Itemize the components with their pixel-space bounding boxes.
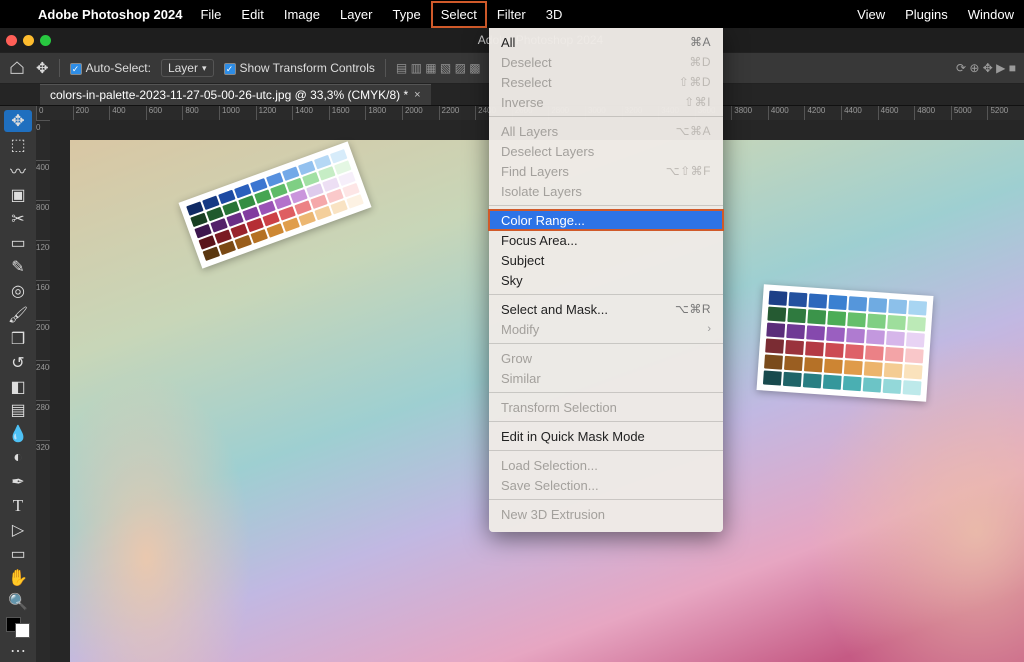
move-tool[interactable]: ✥ [4,110,32,132]
macos-menubar: Adobe Photoshop 2024 FileEditImageLayerT… [0,0,1024,28]
crop-tool[interactable]: ✂ [4,208,32,230]
app-name[interactable]: Adobe Photoshop 2024 [30,7,190,22]
menuitem-deselect: Deselect⌘D [489,52,723,72]
object-select-tool[interactable]: ▣ [4,184,32,206]
traffic-lights [6,35,51,46]
gradient-tool[interactable]: ▤ [4,399,32,421]
menu-select[interactable]: Select [431,1,487,28]
menu-type[interactable]: Type [383,1,431,28]
menuitem-select-and-mask[interactable]: Select and Mask...⌥⌘R [489,299,723,319]
minimize-window-button[interactable] [23,35,34,46]
auto-select-target[interactable]: Layer▾ [161,59,214,77]
menu-view[interactable]: View [847,1,895,28]
zoom-tool[interactable]: 🔍 [4,591,32,613]
menuitem-sky[interactable]: Sky [489,270,723,290]
tools-panel: ✥⬚〰▣✂▭✎◎🖌❒↺◧▤💧◐✒T▷▭✋🔍⋯ [0,106,36,662]
ruler-vertical[interactable]: 0400800120016002000240028003200 [36,120,50,662]
menu-edit[interactable]: Edit [231,1,273,28]
menuitem-modify: Modify› [489,319,723,339]
menuitem-save-selection: Save Selection... [489,475,723,495]
brush-tool[interactable]: 🖌 [4,304,32,326]
menuitem-similar: Similar [489,368,723,388]
color-swatch-card [178,141,371,268]
menu-filter[interactable]: Filter [487,1,536,28]
edit-toolbar-button[interactable]: ⋯ [4,640,32,662]
menuitem-focus-area[interactable]: Focus Area... [489,230,723,250]
type-tool[interactable]: T [4,495,32,517]
menuitem-transform-selection: Transform Selection [489,397,723,417]
menuitem-find-layers: Find Layers⌥⇧⌘F [489,161,723,181]
blur-tool[interactable]: 💧 [4,423,32,445]
close-tab-icon[interactable]: × [414,89,420,101]
path-select-tool[interactable]: ▷ [4,519,32,541]
menu-3d[interactable]: 3D [536,1,573,28]
menu-layer[interactable]: Layer [330,1,383,28]
menu-image[interactable]: Image [274,1,330,28]
dodge-tool[interactable]: ◐ [4,447,32,469]
menuitem-grow: Grow [489,348,723,368]
close-window-button[interactable] [6,35,17,46]
extra-option-icons[interactable]: ⟳ ⊕ ✥ ▶ ■ [956,61,1016,75]
home-icon[interactable] [8,60,26,76]
menuitem-inverse: Inverse⇧⌘I [489,92,723,112]
menuitem-isolate-layers: Isolate Layers [489,181,723,201]
frame-tool[interactable]: ▭ [4,232,32,254]
spot-heal-tool[interactable]: ◎ [4,280,32,302]
hand-tool[interactable]: ✋ [4,567,32,589]
show-transform-checkbox[interactable]: ✓Show Transform Controls [224,61,375,76]
menuitem-color-range[interactable]: Color Range... [489,210,723,230]
eyedropper-tool[interactable]: ✎ [4,256,32,278]
zoom-window-button[interactable] [40,35,51,46]
menuitem-reselect: Reselect⇧⌘D [489,72,723,92]
lasso-tool[interactable]: 〰 [4,158,32,182]
rectangle-tool[interactable]: ▭ [4,543,32,565]
align-icons[interactable]: ▤ ▥ ▦ ▧ ▨ ▩ [396,61,481,75]
menuitem-edit-in-quick-mask-mode[interactable]: Edit in Quick Mask Mode [489,426,723,446]
pen-tool[interactable]: ✒ [4,471,32,493]
menu-file[interactable]: File [190,1,231,28]
foreground-background-colors[interactable] [4,615,32,638]
color-swatch-card [757,284,934,402]
menuitem-new-3d-extrusion: New 3D Extrusion [489,504,723,524]
menuitem-deselect-layers: Deselect Layers [489,141,723,161]
select-menu-dropdown: All⌘ADeselect⌘DReselect⇧⌘DInverse⇧⌘I All … [489,28,723,532]
auto-select-checkbox[interactable]: ✓Auto-Select: [70,61,151,76]
eraser-tool[interactable]: ◧ [4,376,32,398]
menu-window[interactable]: Window [958,1,1024,28]
document-tab[interactable]: colors-in-palette-2023-11-27-05-00-26-ut… [40,84,431,105]
history-brush-tool[interactable]: ↺ [4,352,32,374]
menuitem-all[interactable]: All⌘A [489,32,723,52]
menu-plugins[interactable]: Plugins [895,1,958,28]
menuitem-all-layers: All Layers⌥⌘A [489,121,723,141]
marquee-tool[interactable]: ⬚ [4,134,32,156]
move-tool-icon[interactable]: ✥ [36,59,49,77]
menuitem-subject[interactable]: Subject [489,250,723,270]
tab-label: colors-in-palette-2023-11-27-05-00-26-ut… [50,88,408,102]
clone-tool[interactable]: ❒ [4,328,32,350]
menuitem-load-selection: Load Selection... [489,455,723,475]
